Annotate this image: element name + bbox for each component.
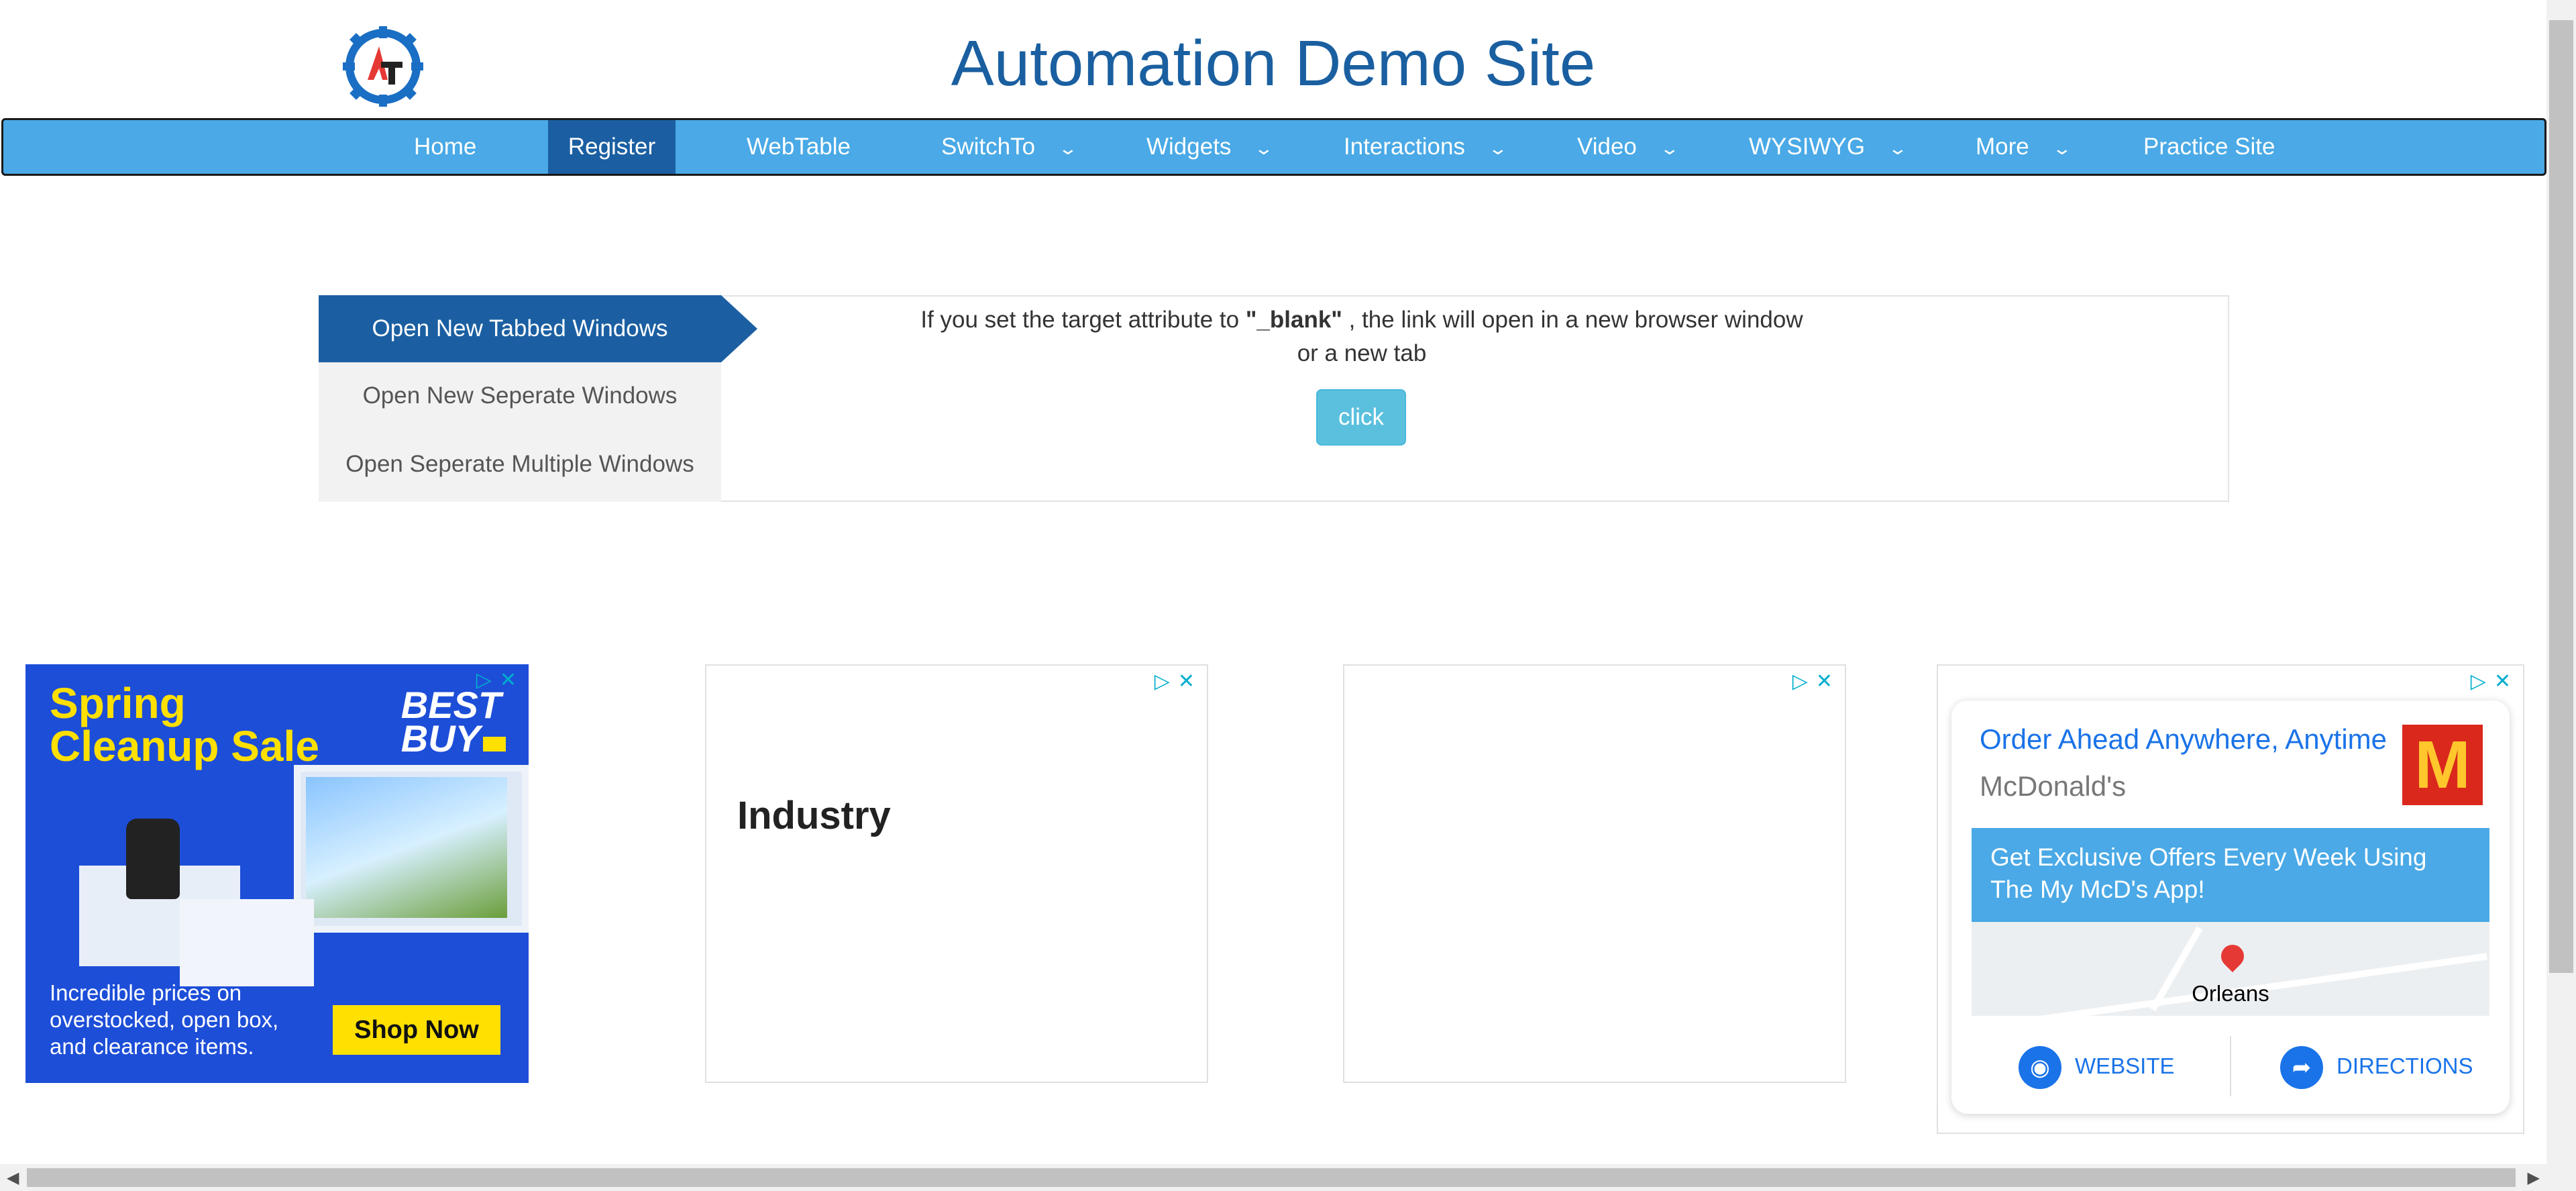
tag-icon	[483, 737, 506, 752]
ad-word: Industry	[737, 794, 891, 837]
nav-home[interactable]: Home	[414, 120, 481, 174]
ad-copy-2: overstocked, open box,	[50, 1007, 279, 1032]
nav-practice-site[interactable]: Practice Site	[2143, 120, 2275, 174]
scroll-left-icon[interactable]: ◀	[7, 1168, 19, 1188]
brand-2: BUY	[400, 717, 480, 760]
nav-interactions[interactable]: Interactions ⌄	[1344, 120, 1508, 174]
horizontal-scrollbar-thumb[interactable]	[27, 1168, 2516, 1187]
nav-webtable-label: WebTable	[747, 134, 851, 160]
nav-widgets-label: Widgets	[1146, 134, 1232, 160]
ad-headline: Spring Cleanup Sale	[50, 682, 319, 768]
vertical-scrollbar-thumb[interactable]	[2549, 20, 2573, 973]
chevron-down-icon: ⌄	[1487, 138, 1509, 158]
scroll-right-icon[interactable]: ▶	[2528, 1168, 2540, 1188]
nav-practice-site-label: Practice Site	[2143, 134, 2275, 160]
map-pin-icon	[2216, 939, 2249, 973]
ad-copy-1: Incredible prices on	[50, 980, 242, 1005]
nav-switchto-label: SwitchTo	[941, 134, 1036, 160]
nav-register[interactable]: Register	[548, 120, 676, 174]
desc-bold: "_blank"	[1245, 307, 1342, 333]
window-tabs: Open New Tabbed Windows Open New Seperat…	[319, 295, 721, 502]
ad-blank[interactable]: ▷✕	[1343, 664, 1846, 1083]
ad-copy: Incredible prices on overstocked, open bo…	[50, 980, 278, 1060]
ad-headline-2: Cleanup Sale	[50, 722, 319, 770]
directions-label: DIRECTIONS	[2337, 1053, 2473, 1078]
tab-description: If you set the target attribute to "_bla…	[839, 303, 1885, 370]
adchoices-icon[interactable]: ▷✕	[2471, 670, 2519, 693]
chevron-down-icon: ⌄	[1057, 138, 1079, 158]
chevron-down-icon: ⌄	[1254, 138, 1275, 158]
desc-text-2: , the link will open in a new browser wi…	[1342, 307, 1803, 333]
nav-switchto[interactable]: SwitchTo ⌄	[941, 120, 1078, 174]
ad-map[interactable]: Orleans	[1972, 922, 2489, 1032]
bestbuy-logo: BEST BUY	[401, 686, 506, 758]
ad-industry[interactable]: ▷✕ Industry	[705, 664, 1208, 1083]
speaker-image	[126, 819, 180, 899]
ad-offer[interactable]: Get Exclusive Offers Every Week Using Th…	[1972, 828, 2489, 922]
mcdonalds-logo: M	[2402, 725, 2483, 805]
tab-open-new-tabbed-windows[interactable]: Open New Tabbed Windows	[319, 295, 721, 362]
desc-line-2: or a new tab	[1297, 340, 1427, 366]
nav-webtable[interactable]: WebTable	[747, 120, 851, 174]
tab-open-new-seperate-windows[interactable]: Open New Seperate Windows	[319, 362, 721, 429]
page-title: Automation Demo Site	[951, 28, 1596, 99]
chevron-down-icon: ⌄	[1659, 138, 1680, 158]
adchoices-icon[interactable]: ▷✕	[1155, 670, 1203, 693]
chevron-down-icon: ⌄	[2051, 138, 2072, 158]
divider	[2230, 1036, 2231, 1096]
globe-icon: ◉	[2019, 1046, 2061, 1090]
box-image	[180, 899, 314, 986]
ad-brand: McDonald's	[1980, 770, 2127, 802]
map-label: Orleans	[2192, 981, 2269, 1006]
nav-register-label: Register	[568, 134, 656, 160]
nav-widgets[interactable]: Widgets ⌄	[1146, 120, 1275, 174]
chevron-down-icon: ⌄	[1887, 138, 1909, 158]
directions-button[interactable]: ➦ DIRECTIONS	[2280, 1043, 2473, 1090]
nav-wysiwyg-label: WYSIWYG	[1749, 134, 1866, 160]
ad-card: Order Ahead Anywhere, Anytime McDonald's…	[1951, 701, 2510, 1114]
main-nav: Home Register WebTable SwitchTo ⌄ Widgets…	[1, 118, 2546, 176]
directions-icon: ➦	[2280, 1046, 2323, 1090]
ad-headline-1: Spring	[50, 679, 186, 727]
shop-now-button[interactable]: Shop Now	[333, 1005, 500, 1055]
tab-open-seperate-multiple-windows[interactable]: Open Seperate Multiple Windows	[319, 431, 721, 498]
nav-more-label: More	[1976, 134, 2029, 160]
tv-screen-image	[306, 777, 507, 918]
nav-home-label: Home	[414, 134, 477, 160]
nav-wysiwyg[interactable]: WYSIWYG ⌄	[1749, 120, 1908, 174]
ad-title[interactable]: Order Ahead Anywhere, Anytime	[1980, 723, 2387, 756]
horizontal-scrollbar[interactable]: ◀ ▶	[0, 1164, 2546, 1191]
adchoices-icon[interactable]: ▷✕	[1792, 670, 1841, 693]
ad-copy-3: and clearance items.	[50, 1034, 254, 1059]
nav-more[interactable]: More ⌄	[1976, 120, 2072, 174]
nav-interactions-label: Interactions	[1344, 134, 1465, 160]
website-button[interactable]: ◉ WEBSITE	[2019, 1043, 2175, 1090]
ad-mcdonalds[interactable]: ▷✕ Order Ahead Anywhere, Anytime McDonal…	[1937, 664, 2524, 1134]
nav-video-label: Video	[1577, 134, 1637, 160]
click-button[interactable]: click	[1316, 389, 1406, 446]
website-label: WEBSITE	[2075, 1053, 2175, 1078]
nav-video[interactable]: Video ⌄	[1577, 120, 1680, 174]
desc-text: If you set the target attribute to	[920, 307, 1246, 333]
vertical-scrollbar[interactable]	[2546, 0, 2576, 1191]
active-tab-arrow	[721, 295, 757, 362]
ad-bestbuy[interactable]: ▷✕ Spring Cleanup Sale BEST BUY Incredible…	[25, 664, 529, 1083]
